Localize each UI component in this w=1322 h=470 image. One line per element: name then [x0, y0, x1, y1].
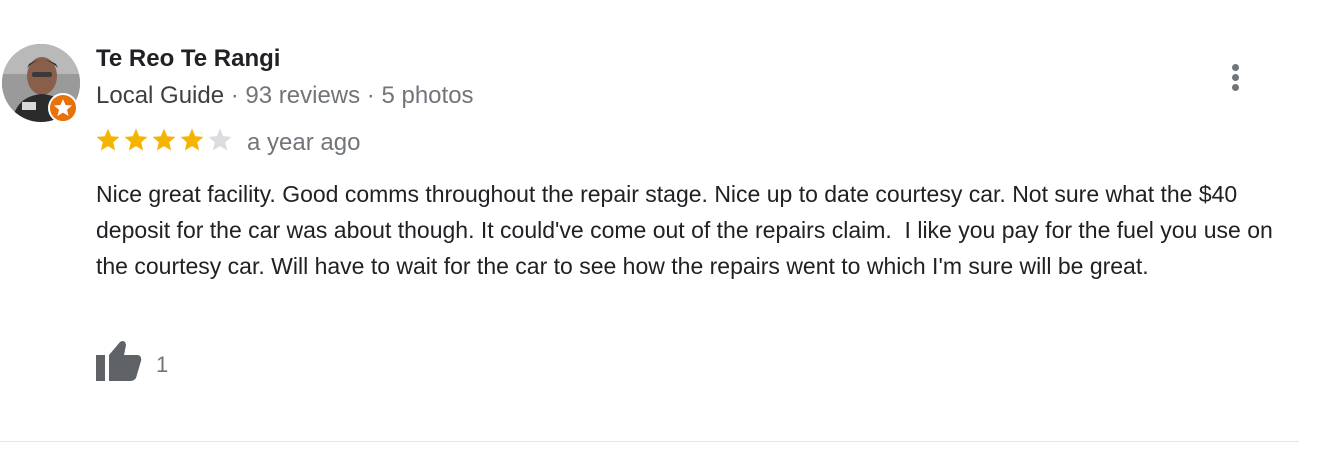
reviewer-name[interactable]: Te Reo Te Rangi — [96, 45, 280, 73]
meta-separator: · — [360, 82, 382, 109]
local-guide-star-icon — [48, 93, 78, 123]
photos-count[interactable]: 5 photos — [381, 82, 473, 109]
like-count: 1 — [156, 352, 169, 377]
review-card: Te Reo Te Rangi Local Guide · 93 reviews… — [0, 0, 1322, 470]
meta-separator: · — [224, 82, 246, 109]
more-vertical-icon — [1232, 84, 1239, 91]
review-text: Nice great facility. Good comms througho… — [96, 181, 1280, 279]
reviews-count[interactable]: 93 reviews — [245, 82, 360, 109]
reviewer-meta: Local Guide · 93 reviews · 5 photos — [96, 82, 474, 110]
star-filled-icon — [124, 128, 148, 151]
local-guide-label: Local Guide — [96, 82, 225, 109]
more-vertical-icon — [1232, 64, 1239, 71]
star-filled-icon — [152, 128, 176, 151]
thumbs-up-icon — [96, 341, 142, 381]
more-options-button[interactable] — [1220, 60, 1252, 94]
star-rating — [95, 127, 235, 155]
review-date: a year ago — [247, 129, 361, 156]
more-vertical-icon — [1232, 74, 1239, 81]
divider — [0, 441, 1299, 442]
like-button[interactable] — [96, 340, 144, 382]
star-filled-icon — [180, 128, 204, 151]
star-empty-icon — [208, 128, 232, 151]
star-filled-icon — [96, 128, 120, 151]
